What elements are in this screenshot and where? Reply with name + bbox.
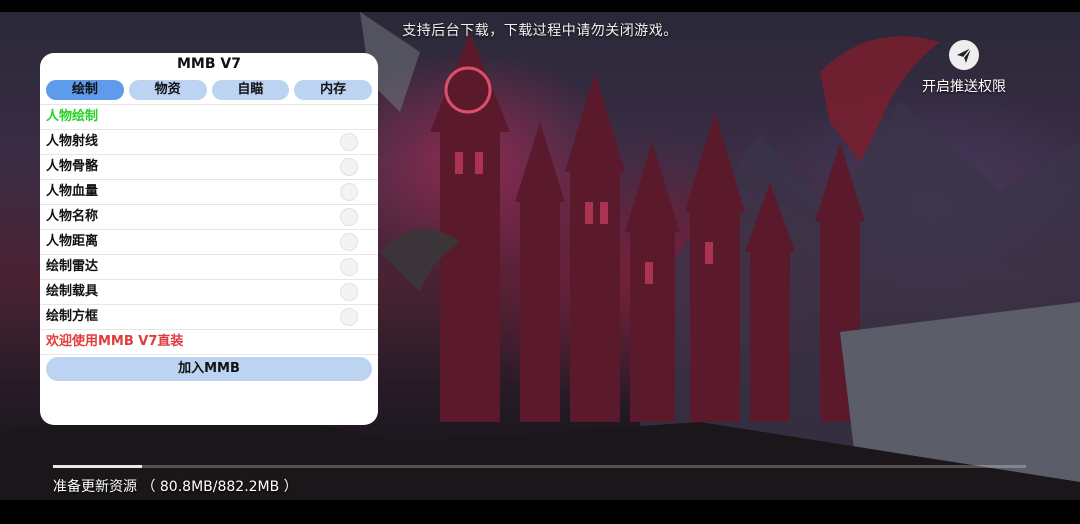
toggle-switch[interactable] [340, 133, 358, 151]
option-label: 绘制雷达 [46, 259, 99, 274]
option-player-skeleton[interactable]: 人物骨骼 [40, 154, 378, 179]
toggle-switch[interactable] [340, 158, 358, 176]
tab-supplies[interactable]: 物资 [128, 80, 207, 100]
toggle-switch[interactable] [340, 258, 358, 276]
welcome-text: 欢迎使用MMB V7直装 [40, 329, 378, 355]
paper-plane-icon [949, 40, 979, 70]
enable-push-label: 开启推送权限 [922, 79, 1006, 95]
option-draw-box[interactable]: 绘制方框 [40, 304, 378, 329]
section-title: 人物绘制 [40, 104, 378, 129]
option-player-distance[interactable]: 人物距离 [40, 229, 378, 254]
panel-title: MMB V7 [177, 56, 241, 72]
download-progress-bar [53, 465, 1026, 468]
option-label: 人物射线 [46, 134, 99, 149]
option-label: 绘制方框 [46, 309, 99, 324]
cheat-menu-panel: MMB V7 绘制 物资 自瞄 内存 人物绘制 人物射线 人物骨骼 人物血量 人… [40, 53, 378, 425]
option-player-name[interactable]: 人物名称 [40, 204, 378, 229]
option-label: 人物距离 [46, 234, 99, 249]
panel-tabs: 绘制 物资 自瞄 内存 [40, 74, 378, 104]
enable-push-button[interactable]: 开启推送权限 [918, 40, 1010, 100]
option-player-health[interactable]: 人物血量 [40, 179, 378, 204]
option-draw-radar[interactable]: 绘制雷达 [40, 254, 378, 279]
download-status-text: 准备更新资源 （ 80.8MB/882.2MB ） [53, 479, 298, 495]
download-progress-fill [53, 465, 143, 468]
toggle-switch[interactable] [340, 308, 358, 326]
option-label: 人物血量 [46, 184, 99, 199]
download-notice: 支持后台下载，下载过程中请勿关闭游戏。 [402, 23, 678, 39]
join-mmb-button[interactable]: 加入MMB [46, 357, 372, 381]
tab-aimbot[interactable]: 自瞄 [211, 80, 290, 100]
option-label: 人物骨骼 [46, 159, 99, 174]
tab-memory[interactable]: 内存 [294, 80, 372, 100]
option-label: 绘制载具 [46, 284, 99, 299]
toggle-switch[interactable] [340, 183, 358, 201]
toggle-switch[interactable] [340, 208, 358, 226]
toggle-switch[interactable] [340, 233, 358, 251]
option-player-line[interactable]: 人物射线 [40, 129, 378, 154]
option-label: 人物名称 [46, 209, 99, 224]
option-draw-vehicle[interactable]: 绘制载具 [40, 279, 378, 304]
toggle-switch[interactable] [340, 283, 358, 301]
tab-draw[interactable]: 绘制 [46, 80, 124, 100]
